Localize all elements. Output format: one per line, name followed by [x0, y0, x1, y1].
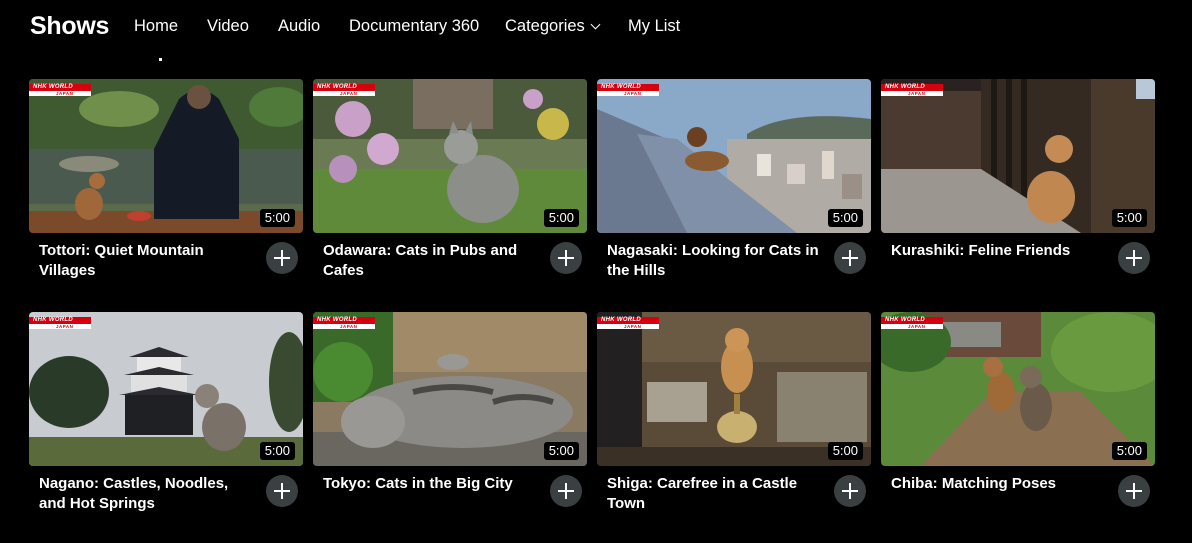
plus-icon — [274, 250, 290, 266]
nav-documentary-360[interactable]: Documentary 360 — [349, 17, 479, 36]
show-card[interactable]: NHK WORLD JAPAN 5:00 Nagano: Castles, Noo… — [29, 312, 303, 527]
show-thumbnail[interactable]: NHK WORLD JAPAN 5:00 — [29, 312, 303, 466]
chevron-down-icon — [590, 19, 601, 30]
add-to-list-button[interactable] — [550, 475, 582, 507]
active-nav-indicator — [159, 58, 162, 61]
duration-badge: 5:00 — [543, 442, 579, 460]
show-card[interactable]: NHK WORLD JAPAN 5:00 Kurashiki: Feline Fr… — [881, 79, 1155, 294]
nav-categories-label: Categories — [505, 17, 585, 35]
nav-my-list[interactable]: My List — [628, 17, 680, 36]
show-thumbnail[interactable]: NHK WORLD JAPAN 5:00 — [881, 79, 1155, 233]
duration-badge: 5:00 — [259, 209, 295, 227]
add-to-list-button[interactable] — [266, 475, 298, 507]
show-title[interactable]: Nagasaki: Looking for Cats in the Hills — [607, 241, 822, 280]
show-title[interactable]: Shiga: Carefree in a Castle Town — [607, 474, 822, 513]
show-thumbnail[interactable]: NHK WORLD JAPAN 5:00 — [29, 79, 303, 233]
show-card[interactable]: NHK WORLD JAPAN 5:00 Shiga: Carefree in a… — [597, 312, 871, 527]
logo-line2: JAPAN — [908, 90, 926, 96]
plus-icon — [274, 483, 290, 499]
logo-line2: JAPAN — [56, 90, 74, 96]
show-card[interactable]: NHK WORLD JAPAN 5:00 Tottori: Quiet Mount… — [29, 79, 303, 294]
nav-video[interactable]: Video — [207, 17, 249, 36]
show-card[interactable]: NHK WORLD JAPAN 5:00 Nagasaki: Looking fo… — [597, 79, 871, 294]
nhk-world-logo: NHK WORLD JAPAN — [881, 317, 943, 329]
show-title[interactable]: Odawara: Cats in Pubs and Cafes — [323, 241, 538, 280]
nhk-world-logo: NHK WORLD JAPAN — [313, 84, 375, 96]
top-navigation: Shows Home Video Audio Documentary 360 C… — [0, 0, 1192, 61]
brand-title[interactable]: Shows — [30, 12, 109, 41]
nav-home[interactable]: Home — [134, 17, 178, 36]
show-title[interactable]: Tottori: Quiet Mountain Villages — [39, 241, 254, 280]
add-to-list-button[interactable] — [1118, 242, 1150, 274]
nhk-world-logo: NHK WORLD JAPAN — [29, 317, 91, 329]
add-to-list-button[interactable] — [266, 242, 298, 274]
show-thumbnail[interactable]: NHK WORLD JAPAN 5:00 — [313, 312, 587, 466]
show-thumbnail[interactable]: NHK WORLD JAPAN 5:00 — [881, 312, 1155, 466]
logo-line2: JAPAN — [624, 323, 642, 329]
nhk-world-logo: NHK WORLD JAPAN — [29, 84, 91, 96]
duration-badge: 5:00 — [1111, 442, 1147, 460]
add-to-list-button[interactable] — [1118, 475, 1150, 507]
duration-badge: 5:00 — [259, 442, 295, 460]
duration-badge: 5:00 — [543, 209, 579, 227]
show-card[interactable]: NHK WORLD JAPAN 5:00 Odawara: Cats in Pub… — [313, 79, 587, 294]
duration-badge: 5:00 — [827, 209, 863, 227]
logo-line2: JAPAN — [340, 323, 358, 329]
show-thumbnail[interactable]: NHK WORLD JAPAN 5:00 — [597, 312, 871, 466]
show-title[interactable]: Tokyo: Cats in the Big City — [323, 474, 538, 494]
add-to-list-button[interactable] — [834, 475, 866, 507]
show-title[interactable]: Nagano: Castles, Noodles, and Hot Spring… — [39, 474, 254, 513]
duration-badge: 5:00 — [827, 442, 863, 460]
show-card[interactable]: NHK WORLD JAPAN 5:00 Tokyo: Cats in the B… — [313, 312, 587, 527]
show-title[interactable]: Kurashiki: Feline Friends — [891, 241, 1106, 261]
plus-icon — [842, 483, 858, 499]
logo-line2: JAPAN — [624, 90, 642, 96]
plus-icon — [558, 250, 574, 266]
show-thumbnail[interactable]: NHK WORLD JAPAN 5:00 — [597, 79, 871, 233]
add-to-list-button[interactable] — [550, 242, 582, 274]
show-thumbnail[interactable]: NHK WORLD JAPAN 5:00 — [313, 79, 587, 233]
show-card[interactable]: NHK WORLD JAPAN 5:00 Chiba: Matching Pose… — [881, 312, 1155, 527]
logo-line2: JAPAN — [340, 90, 358, 96]
add-to-list-button[interactable] — [834, 242, 866, 274]
duration-badge: 5:00 — [1111, 209, 1147, 227]
nhk-world-logo: NHK WORLD JAPAN — [313, 317, 375, 329]
nav-audio[interactable]: Audio — [278, 17, 320, 36]
logo-line2: JAPAN — [56, 323, 74, 329]
plus-icon — [1126, 483, 1142, 499]
nav-categories[interactable]: Categories — [505, 17, 601, 36]
nhk-world-logo: NHK WORLD JAPAN — [597, 84, 659, 96]
logo-line2: JAPAN — [908, 323, 926, 329]
nhk-world-logo: NHK WORLD JAPAN — [597, 317, 659, 329]
plus-icon — [558, 483, 574, 499]
show-title[interactable]: Chiba: Matching Poses — [891, 474, 1106, 494]
nhk-world-logo: NHK WORLD JAPAN — [881, 84, 943, 96]
plus-icon — [842, 250, 858, 266]
plus-icon — [1126, 250, 1142, 266]
